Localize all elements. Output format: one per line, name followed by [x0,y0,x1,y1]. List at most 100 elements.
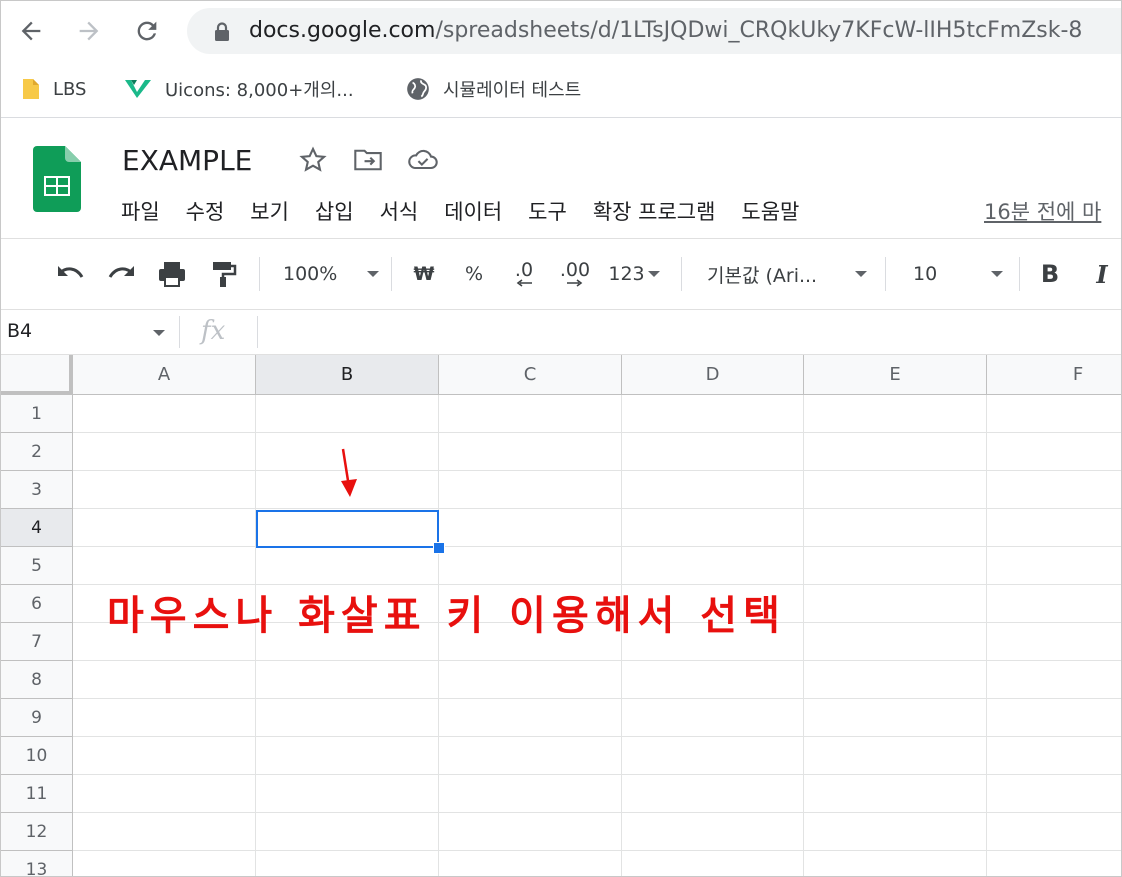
more-formats-label: 123 [608,263,645,285]
row-header-10[interactable]: 10 [1,737,73,775]
back-arrow-icon [21,21,41,41]
font-size-value: 10 [913,263,938,285]
url-path: /spreadsheets/d/1LTsJQDwi_CRQkUky7KFcW-l… [435,18,1083,43]
bookmark-simulator[interactable]: 시뮬레이터 테스트 [405,75,581,103]
grid-line [73,698,1121,699]
menu-tools[interactable]: 도구 [528,196,567,226]
grid-line [986,395,987,876]
row-header-12[interactable]: 12 [1,813,73,851]
fx-icon: fx [201,316,226,346]
bookmarks-bar: LBS Uicons: 8,000+개의... 시뮬레이터 테스트 [1,61,1121,118]
chevron-down-icon[interactable] [153,330,165,336]
row-header-4[interactable]: 4 [1,509,73,547]
more-formats-dropdown[interactable]: 123 [605,259,663,289]
row-header-2[interactable]: 2 [1,433,73,471]
row-header-1[interactable]: 1 [1,395,73,433]
increase-decimal-label: .00 [559,259,591,281]
bookmark-label: LBS [53,78,87,100]
move-to-folder-icon[interactable] [353,146,383,174]
row-header-9[interactable]: 9 [1,699,73,737]
bookmark-uicons[interactable]: Uicons: 8,000+개의... [123,75,354,103]
name-box[interactable]: B4 [7,320,32,342]
selected-cell-b4[interactable] [256,510,439,548]
decrease-decimal-label: .0 [514,259,534,281]
column-header-d[interactable]: D [622,355,804,395]
last-edit-link[interactable]: 16분 전에 마 [984,196,1101,226]
document-title[interactable]: EXAMPLE [122,144,252,177]
chevron-down-icon [647,271,660,277]
row-header-5[interactable]: 5 [1,547,73,585]
reload-button[interactable] [129,13,165,49]
grid-line [73,546,1121,547]
toolbar-separator [259,257,260,291]
grid-line [73,774,1121,775]
toolbar-separator [1019,257,1020,291]
select-all-corner[interactable] [1,355,73,395]
row-header-11[interactable]: 11 [1,775,73,813]
toolbar: 100% ₩ % .0 .00 123 기본값 (Ari... 10 B I [1,239,1121,310]
font-family-value: 기본값 (Ari... [707,264,818,287]
grid-line [73,850,1121,851]
browser-toolbar: docs.google.com/spreadsheets/d/1LTsJQDwi… [1,1,1121,61]
row-header-6[interactable]: 6 [1,585,73,623]
row-header-3[interactable]: 3 [1,471,73,509]
address-bar[interactable]: docs.google.com/spreadsheets/d/1LTsJQDwi… [187,8,1121,54]
column-header-b[interactable]: B [256,355,439,395]
print-icon [159,262,185,287]
grid-line [73,812,1121,813]
print-button[interactable] [155,259,189,289]
arrow-right-icon [567,279,583,287]
grid-line [73,508,1121,509]
menu-file[interactable]: 파일 [121,196,160,226]
zoom-dropdown[interactable]: 100% [283,259,379,289]
formula-bar: B4 fx [1,310,1121,355]
toolbar-separator [681,257,682,291]
menu-bar: 파일 수정 보기 삽입 서식 데이터 도구 확장 프로그램 도움말 [121,196,825,226]
paint-format-button[interactable] [209,259,239,289]
menu-view[interactable]: 보기 [250,196,289,226]
menu-extensions[interactable]: 확장 프로그램 [593,196,716,226]
menu-help[interactable]: 도움말 [741,196,799,226]
column-header-a[interactable]: A [73,355,256,395]
cloud-saved-icon[interactable] [407,146,439,174]
font-family-dropdown[interactable]: 기본값 (Ari... [707,259,867,289]
grid-line [73,660,1121,661]
forward-button[interactable] [71,13,107,49]
zoom-value: 100% [283,263,338,285]
fill-handle[interactable] [433,542,445,554]
column-header-f[interactable]: F [987,355,1121,395]
undo-button[interactable] [55,259,87,289]
menu-insert[interactable]: 삽입 [315,196,354,226]
row-header-7[interactable]: 7 [1,623,73,661]
menu-format[interactable]: 서식 [380,196,419,226]
star-icon[interactable] [299,146,327,174]
column-header-c[interactable]: C [439,355,622,395]
menu-data[interactable]: 데이터 [444,196,502,226]
redo-button[interactable] [105,259,137,289]
annotation-text: 마우스나 화살표 키 이용해서 선택 [107,593,786,639]
url-text: docs.google.com/spreadsheets/d/1LTsJQDwi… [249,18,1082,43]
chevron-down-icon [855,271,867,277]
undo-icon [58,266,84,278]
spreadsheet-grid[interactable]: A B C D E F 1 2 3 4 5 6 7 8 9 10 11 12 1… [1,355,1121,876]
row-header-8[interactable]: 8 [1,661,73,699]
bold-button[interactable]: B [1037,259,1063,289]
chevron-down-icon [991,271,1003,277]
google-sheets-logo-icon[interactable] [33,146,81,212]
decrease-decimal-button[interactable]: .0 [507,259,541,289]
column-header-e[interactable]: E [804,355,987,395]
font-size-dropdown[interactable]: 10 [913,259,1003,289]
grid-line [73,470,1121,471]
increase-decimal-button[interactable]: .00 [555,259,595,289]
currency-format-button[interactable]: ₩ [411,259,437,289]
formula-divider [257,316,258,348]
percent-format-button[interactable]: % [461,259,487,289]
app-header: EXAMPLE 파일 수정 보기 삽입 서식 데이터 도구 확장 프로그램 도움… [1,118,1121,239]
italic-button[interactable]: I [1089,259,1115,289]
menu-edit[interactable]: 수정 [186,196,225,226]
row-header-13[interactable]: 13 [1,851,73,876]
formula-input[interactable] [263,314,1113,350]
grid-line [73,432,1121,433]
back-button[interactable] [13,13,49,49]
bookmark-lbs[interactable]: LBS [21,75,87,103]
